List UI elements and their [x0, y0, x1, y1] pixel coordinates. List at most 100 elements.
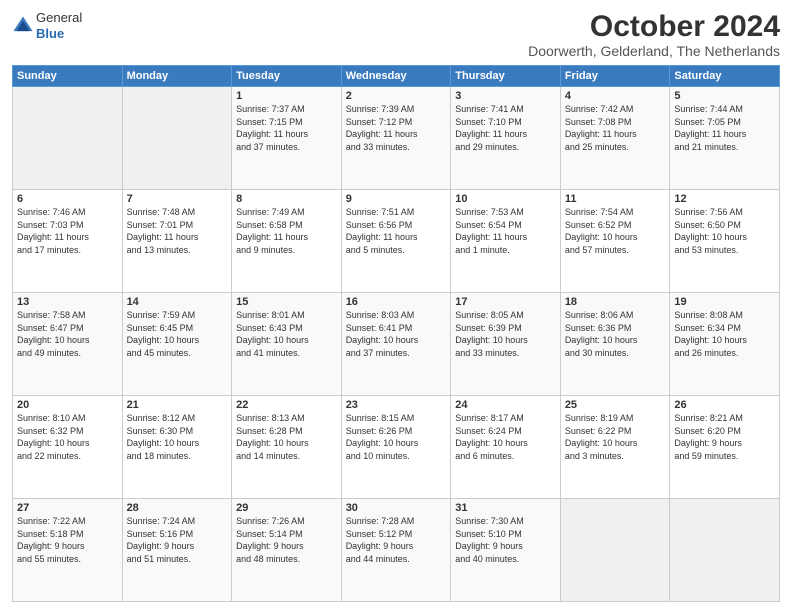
- day-info: Sunrise: 7:41 AM Sunset: 7:10 PM Dayligh…: [455, 103, 556, 153]
- cell-w2-d1: 6Sunrise: 7:46 AM Sunset: 7:03 PM Daylig…: [13, 190, 123, 293]
- cell-w2-d7: 12Sunrise: 7:56 AM Sunset: 6:50 PM Dayli…: [670, 190, 780, 293]
- day-info: Sunrise: 7:58 AM Sunset: 6:47 PM Dayligh…: [17, 309, 118, 359]
- day-info: Sunrise: 7:59 AM Sunset: 6:45 PM Dayligh…: [127, 309, 228, 359]
- day-info: Sunrise: 7:37 AM Sunset: 7:15 PM Dayligh…: [236, 103, 337, 153]
- cell-w3-d3: 15Sunrise: 8:01 AM Sunset: 6:43 PM Dayli…: [232, 293, 342, 396]
- cell-w3-d1: 13Sunrise: 7:58 AM Sunset: 6:47 PM Dayli…: [13, 293, 123, 396]
- day-info: Sunrise: 7:39 AM Sunset: 7:12 PM Dayligh…: [346, 103, 447, 153]
- week-row-1: 1Sunrise: 7:37 AM Sunset: 7:15 PM Daylig…: [13, 87, 780, 190]
- calendar-header: Sunday Monday Tuesday Wednesday Thursday…: [13, 66, 780, 87]
- cell-w1-d2: [122, 87, 232, 190]
- day-info: Sunrise: 7:53 AM Sunset: 6:54 PM Dayligh…: [455, 206, 556, 256]
- day-info: Sunrise: 7:28 AM Sunset: 5:12 PM Dayligh…: [346, 515, 447, 565]
- day-number: 17: [455, 296, 556, 308]
- day-number: 16: [346, 296, 447, 308]
- subtitle: Doorwerth, Gelderland, The Netherlands: [528, 43, 780, 59]
- cell-w2-d6: 11Sunrise: 7:54 AM Sunset: 6:52 PM Dayli…: [560, 190, 670, 293]
- day-info: Sunrise: 7:30 AM Sunset: 5:10 PM Dayligh…: [455, 515, 556, 565]
- week-row-5: 27Sunrise: 7:22 AM Sunset: 5:18 PM Dayli…: [13, 499, 780, 602]
- cell-w1-d4: 2Sunrise: 7:39 AM Sunset: 7:12 PM Daylig…: [341, 87, 451, 190]
- logo-icon: [12, 15, 34, 37]
- col-monday: Monday: [122, 66, 232, 87]
- col-thursday: Thursday: [451, 66, 561, 87]
- col-wednesday: Wednesday: [341, 66, 451, 87]
- header-row: Sunday Monday Tuesday Wednesday Thursday…: [13, 66, 780, 87]
- cell-w3-d5: 17Sunrise: 8:05 AM Sunset: 6:39 PM Dayli…: [451, 293, 561, 396]
- day-number: 12: [674, 193, 775, 205]
- day-info: Sunrise: 8:19 AM Sunset: 6:22 PM Dayligh…: [565, 412, 666, 462]
- day-info: Sunrise: 8:13 AM Sunset: 6:28 PM Dayligh…: [236, 412, 337, 462]
- cell-w3-d7: 19Sunrise: 8:08 AM Sunset: 6:34 PM Dayli…: [670, 293, 780, 396]
- logo-blue: Blue: [36, 26, 82, 42]
- cell-w3-d6: 18Sunrise: 8:06 AM Sunset: 6:36 PM Dayli…: [560, 293, 670, 396]
- day-info: Sunrise: 7:22 AM Sunset: 5:18 PM Dayligh…: [17, 515, 118, 565]
- day-info: Sunrise: 7:48 AM Sunset: 7:01 PM Dayligh…: [127, 206, 228, 256]
- day-number: 21: [127, 399, 228, 411]
- cell-w5-d4: 30Sunrise: 7:28 AM Sunset: 5:12 PM Dayli…: [341, 499, 451, 602]
- day-info: Sunrise: 8:05 AM Sunset: 6:39 PM Dayligh…: [455, 309, 556, 359]
- month-title: October 2024: [528, 10, 780, 43]
- cell-w1-d6: 4Sunrise: 7:42 AM Sunset: 7:08 PM Daylig…: [560, 87, 670, 190]
- day-number: 3: [455, 90, 556, 102]
- day-number: 18: [565, 296, 666, 308]
- day-info: Sunrise: 7:56 AM Sunset: 6:50 PM Dayligh…: [674, 206, 775, 256]
- day-number: 31: [455, 502, 556, 514]
- day-number: 24: [455, 399, 556, 411]
- cell-w5-d7: [670, 499, 780, 602]
- cell-w2-d2: 7Sunrise: 7:48 AM Sunset: 7:01 PM Daylig…: [122, 190, 232, 293]
- logo-text: General Blue: [36, 10, 82, 41]
- cell-w5-d2: 28Sunrise: 7:24 AM Sunset: 5:16 PM Dayli…: [122, 499, 232, 602]
- day-info: Sunrise: 8:06 AM Sunset: 6:36 PM Dayligh…: [565, 309, 666, 359]
- week-row-4: 20Sunrise: 8:10 AM Sunset: 6:32 PM Dayli…: [13, 396, 780, 499]
- cell-w3-d2: 14Sunrise: 7:59 AM Sunset: 6:45 PM Dayli…: [122, 293, 232, 396]
- day-number: 14: [127, 296, 228, 308]
- day-info: Sunrise: 8:10 AM Sunset: 6:32 PM Dayligh…: [17, 412, 118, 462]
- day-info: Sunrise: 8:01 AM Sunset: 6:43 PM Dayligh…: [236, 309, 337, 359]
- page: General Blue October 2024 Doorwerth, Gel…: [0, 0, 792, 612]
- day-number: 30: [346, 502, 447, 514]
- day-number: 13: [17, 296, 118, 308]
- day-number: 4: [565, 90, 666, 102]
- title-block: October 2024 Doorwerth, Gelderland, The …: [528, 10, 780, 59]
- day-info: Sunrise: 7:24 AM Sunset: 5:16 PM Dayligh…: [127, 515, 228, 565]
- day-number: 5: [674, 90, 775, 102]
- day-info: Sunrise: 8:12 AM Sunset: 6:30 PM Dayligh…: [127, 412, 228, 462]
- cell-w1-d7: 5Sunrise: 7:44 AM Sunset: 7:05 PM Daylig…: [670, 87, 780, 190]
- calendar-table: Sunday Monday Tuesday Wednesday Thursday…: [12, 65, 780, 602]
- logo: General Blue: [12, 10, 82, 41]
- cell-w5-d5: 31Sunrise: 7:30 AM Sunset: 5:10 PM Dayli…: [451, 499, 561, 602]
- day-number: 1: [236, 90, 337, 102]
- cell-w2-d5: 10Sunrise: 7:53 AM Sunset: 6:54 PM Dayli…: [451, 190, 561, 293]
- col-saturday: Saturday: [670, 66, 780, 87]
- cell-w4-d1: 20Sunrise: 8:10 AM Sunset: 6:32 PM Dayli…: [13, 396, 123, 499]
- day-number: 23: [346, 399, 447, 411]
- col-friday: Friday: [560, 66, 670, 87]
- cell-w4-d6: 25Sunrise: 8:19 AM Sunset: 6:22 PM Dayli…: [560, 396, 670, 499]
- day-info: Sunrise: 8:08 AM Sunset: 6:34 PM Dayligh…: [674, 309, 775, 359]
- day-info: Sunrise: 8:17 AM Sunset: 6:24 PM Dayligh…: [455, 412, 556, 462]
- day-number: 19: [674, 296, 775, 308]
- day-number: 22: [236, 399, 337, 411]
- week-row-2: 6Sunrise: 7:46 AM Sunset: 7:03 PM Daylig…: [13, 190, 780, 293]
- cell-w4-d2: 21Sunrise: 8:12 AM Sunset: 6:30 PM Dayli…: [122, 396, 232, 499]
- day-number: 10: [455, 193, 556, 205]
- cell-w4-d4: 23Sunrise: 8:15 AM Sunset: 6:26 PM Dayli…: [341, 396, 451, 499]
- day-number: 25: [565, 399, 666, 411]
- day-number: 27: [17, 502, 118, 514]
- calendar-body: 1Sunrise: 7:37 AM Sunset: 7:15 PM Daylig…: [13, 87, 780, 602]
- cell-w2-d3: 8Sunrise: 7:49 AM Sunset: 6:58 PM Daylig…: [232, 190, 342, 293]
- day-number: 15: [236, 296, 337, 308]
- day-info: Sunrise: 7:54 AM Sunset: 6:52 PM Dayligh…: [565, 206, 666, 256]
- day-number: 7: [127, 193, 228, 205]
- cell-w4-d3: 22Sunrise: 8:13 AM Sunset: 6:28 PM Dayli…: [232, 396, 342, 499]
- day-number: 28: [127, 502, 228, 514]
- cell-w5-d6: [560, 499, 670, 602]
- day-info: Sunrise: 7:42 AM Sunset: 7:08 PM Dayligh…: [565, 103, 666, 153]
- cell-w4-d7: 26Sunrise: 8:21 AM Sunset: 6:20 PM Dayli…: [670, 396, 780, 499]
- cell-w5-d3: 29Sunrise: 7:26 AM Sunset: 5:14 PM Dayli…: [232, 499, 342, 602]
- day-info: Sunrise: 7:46 AM Sunset: 7:03 PM Dayligh…: [17, 206, 118, 256]
- cell-w1-d1: [13, 87, 123, 190]
- day-number: 8: [236, 193, 337, 205]
- day-number: 26: [674, 399, 775, 411]
- cell-w5-d1: 27Sunrise: 7:22 AM Sunset: 5:18 PM Dayli…: [13, 499, 123, 602]
